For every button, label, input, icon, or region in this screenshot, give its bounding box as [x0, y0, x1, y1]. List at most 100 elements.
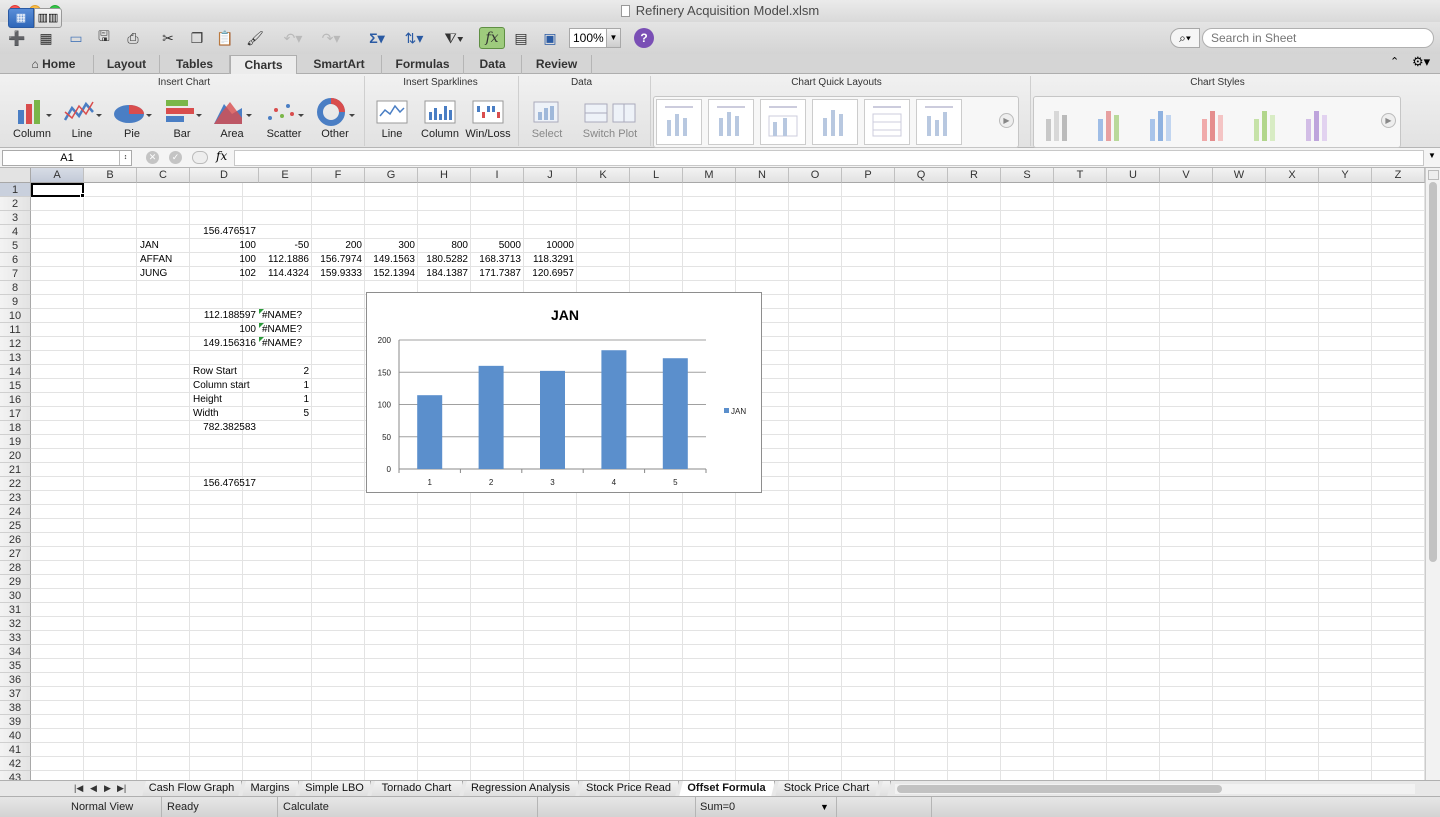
row-header-3[interactable]: 3 — [0, 211, 31, 225]
column-chart-button[interactable]: Column — [8, 94, 56, 144]
column-header-t[interactable]: T — [1054, 168, 1107, 183]
gallery-icon[interactable]: ▦ — [34, 27, 58, 49]
cell-f7[interactable]: 159.9333 — [312, 267, 365, 281]
select-data-button[interactable]: Select — [523, 94, 571, 144]
tab-formulas[interactable]: Formulas — [382, 55, 464, 74]
select-all-corner[interactable] — [0, 168, 31, 183]
sheet-tab[interactable]: Cash Flow Graph — [142, 781, 242, 797]
confirm-formula-icon[interactable]: ✓ — [169, 151, 182, 164]
cell-d17[interactable]: Width — [190, 407, 259, 421]
help-icon[interactable]: ? — [634, 28, 654, 48]
cell-h7[interactable]: 184.1387 — [418, 267, 471, 281]
status-sum[interactable]: Sum=0 — [697, 797, 837, 817]
column-header-e[interactable]: E — [259, 168, 312, 183]
sheet-tab[interactable]: Regression Analysis — [463, 781, 579, 797]
row-header-14[interactable]: 14 — [0, 365, 31, 379]
last-sheet-icon[interactable]: ▶| — [117, 781, 126, 796]
cell-j6[interactable]: 118.3291 — [524, 253, 577, 267]
cell-d10[interactable]: 112.188597 — [190, 309, 259, 323]
row-header-32[interactable]: 32 — [0, 617, 31, 631]
cell-e5[interactable]: -50 — [259, 239, 312, 253]
scatter-chart-button[interactable]: Scatter — [260, 94, 308, 144]
updown-icon[interactable]: ↕ — [119, 151, 131, 165]
column-header-m[interactable]: M — [683, 168, 736, 183]
cut-icon[interactable]: ✂ — [157, 27, 179, 49]
column-header-p[interactable]: P — [842, 168, 895, 183]
status-calculate[interactable]: Calculate — [280, 797, 538, 817]
chart-style-thumb[interactable] — [1036, 99, 1082, 145]
row-header-1[interactable]: 1 — [0, 183, 31, 197]
row-header-37[interactable]: 37 — [0, 687, 31, 701]
cell-g7[interactable]: 152.1394 — [365, 267, 418, 281]
chevron-down-icon[interactable]: ▼ — [820, 797, 829, 817]
row-header-35[interactable]: 35 — [0, 659, 31, 673]
cell-f6[interactable]: 156.7974 — [312, 253, 365, 267]
gear-icon[interactable]: ⚙▾ — [1412, 54, 1430, 70]
row-header-10[interactable]: 10 — [0, 309, 31, 323]
row-header-13[interactable]: 13 — [0, 351, 31, 365]
column-header-y[interactable]: Y — [1319, 168, 1372, 183]
fill-handle[interactable] — [80, 193, 85, 198]
row-header-24[interactable]: 24 — [0, 505, 31, 519]
cell-d18[interactable]: 782.382583 — [190, 421, 259, 435]
row-header-2[interactable]: 2 — [0, 197, 31, 211]
row-header-33[interactable]: 33 — [0, 631, 31, 645]
column-header-u[interactable]: U — [1107, 168, 1160, 183]
collapse-ribbon-icon[interactable]: ⌃ — [1390, 55, 1399, 68]
other-chart-button[interactable]: Other — [311, 94, 359, 144]
styles-next-icon[interactable]: ▶ — [1381, 113, 1396, 128]
row-header-34[interactable]: 34 — [0, 645, 31, 659]
tab-layout[interactable]: Layout — [94, 55, 160, 74]
worksheet-grid[interactable]: ABCDEFGHIJKLMNOPQRSTUVWXYZ 1 2 3 4 5 6 7 8 9 10 11… — [0, 168, 1425, 780]
chart-style-thumb[interactable] — [1088, 99, 1134, 145]
prev-sheet-icon[interactable]: ◀ — [90, 781, 97, 796]
cell-d15[interactable]: Column start — [190, 379, 259, 393]
page-layout-view-button[interactable]: ▥▥ — [34, 8, 62, 28]
cell-j7[interactable]: 120.6957 — [524, 267, 577, 281]
column-header-c[interactable]: C — [137, 168, 190, 183]
sheet-tab[interactable]: Margins — [242, 781, 299, 797]
embedded-chart[interactable]: JAN 0 50 100 150 200 1 2 3 4 5 JAN — [366, 292, 762, 493]
normal-view-button[interactable]: ▦ — [8, 8, 34, 28]
bar-chart-button[interactable]: Bar — [158, 94, 206, 144]
row-header-40[interactable]: 40 — [0, 729, 31, 743]
quick-layout-thumb[interactable] — [656, 99, 702, 145]
cell-d11[interactable]: 100 — [190, 323, 259, 337]
vertical-scrollbar[interactable] — [1425, 168, 1440, 780]
column-header-k[interactable]: K — [577, 168, 630, 183]
sort-icon[interactable]: ⇅▾ — [398, 27, 430, 49]
row-header-20[interactable]: 20 — [0, 449, 31, 463]
cell-e17[interactable]: 5 — [259, 407, 312, 421]
sparkline-winloss-button[interactable]: Win/Loss — [464, 94, 512, 144]
column-header-g[interactable]: G — [365, 168, 418, 183]
tab-charts[interactable]: Charts — [230, 55, 297, 75]
chart-style-thumb[interactable] — [1192, 99, 1238, 145]
cell-c7[interactable]: JUNG — [137, 267, 190, 281]
formula-builder-icon[interactable]: fx — [479, 27, 505, 49]
error-indicator-icon[interactable] — [259, 337, 264, 342]
row-header-22[interactable]: 22 — [0, 477, 31, 491]
cell-i6[interactable]: 168.3713 — [471, 253, 524, 267]
cell-h6[interactable]: 180.5282 — [418, 253, 471, 267]
cell-e12[interactable]: #NAME? — [259, 337, 312, 351]
quick-layout-thumb[interactable] — [760, 99, 806, 145]
column-header-s[interactable]: S — [1001, 168, 1054, 183]
row-header-7[interactable]: 7 — [0, 267, 31, 281]
cell-f5[interactable]: 200 — [312, 239, 365, 253]
row-header-23[interactable]: 23 — [0, 491, 31, 505]
switch-plot-button[interactable]: Switch Plot — [577, 94, 643, 144]
cell-g5[interactable]: 300 — [365, 239, 418, 253]
row-header-27[interactable]: 27 — [0, 547, 31, 561]
cell-j5[interactable]: 10000 — [524, 239, 577, 253]
chart-style-thumb[interactable] — [1140, 99, 1186, 145]
row-header-21[interactable]: 21 — [0, 463, 31, 477]
vertical-scroll-thumb[interactable] — [1429, 182, 1437, 562]
cell-d22[interactable]: 156.476517 — [190, 477, 259, 491]
horizontal-scrollbar[interactable] — [895, 784, 1415, 794]
toolbox-icon[interactable]: ▤ — [510, 27, 532, 49]
cell-d14[interactable]: Row Start — [190, 365, 259, 379]
function-toggle-icon[interactable] — [192, 151, 208, 164]
row-header-16[interactable]: 16 — [0, 393, 31, 407]
row-header-36[interactable]: 36 — [0, 673, 31, 687]
quick-layout-thumb[interactable] — [864, 99, 910, 145]
